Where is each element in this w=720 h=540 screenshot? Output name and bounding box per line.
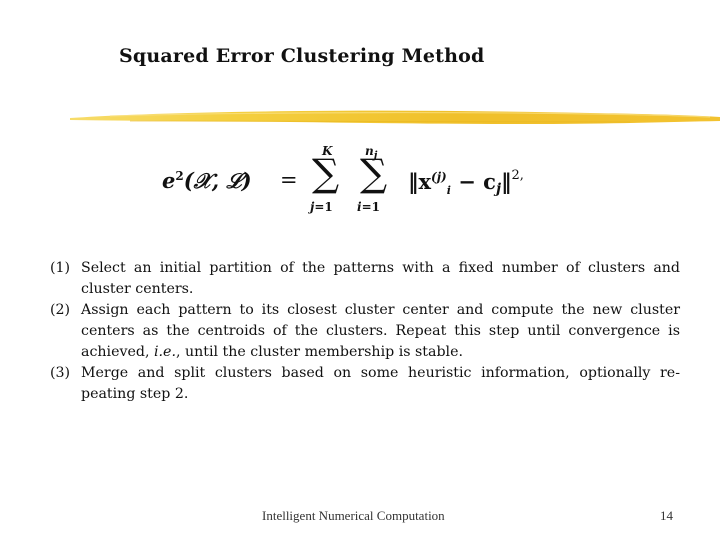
step-number: (3) <box>50 365 71 381</box>
summation-sign-inner: ∑ <box>360 151 388 195</box>
formula-norm-term: ‖x(j)i − cj‖2, <box>408 168 524 198</box>
formula-equals: = <box>280 168 298 192</box>
formula-lhs: e2(𝒳, ℒ) <box>162 168 252 193</box>
step-item: (1) Select an initial partition of the p… <box>50 258 680 300</box>
yellow-brush-stroke-divider <box>70 110 720 124</box>
step-item: (2) Assign each pattern to its closest c… <box>50 300 680 363</box>
step-number: (2) <box>50 302 71 318</box>
slide-title: Squared Error Clustering Method <box>119 45 485 67</box>
step-item: (3) Merge and split clusters based on so… <box>50 363 680 405</box>
footer-page-number: 14 <box>660 508 673 523</box>
step-text: Assign each pattern to its closest clust… <box>81 302 680 360</box>
footer-course-title: Intelligent Numerical Computation <box>262 508 445 523</box>
step-text: Select an initial partition of the patte… <box>81 260 680 297</box>
sum1-lower-limit: j=1 <box>310 200 333 214</box>
step-text: Merge and split clusters based on some h… <box>81 365 680 402</box>
algorithm-steps-list: (1) Select an initial partition of the p… <box>50 258 680 405</box>
sum2-lower-limit: i=1 <box>357 200 380 214</box>
squared-error-formula: e2(𝒳, ℒ) = K ∑ j=1 nj ∑ i=1 ‖x(j)i − cj‖… <box>150 140 530 220</box>
summation-sign-outer: ∑ <box>312 151 340 195</box>
step-number: (1) <box>50 260 71 276</box>
